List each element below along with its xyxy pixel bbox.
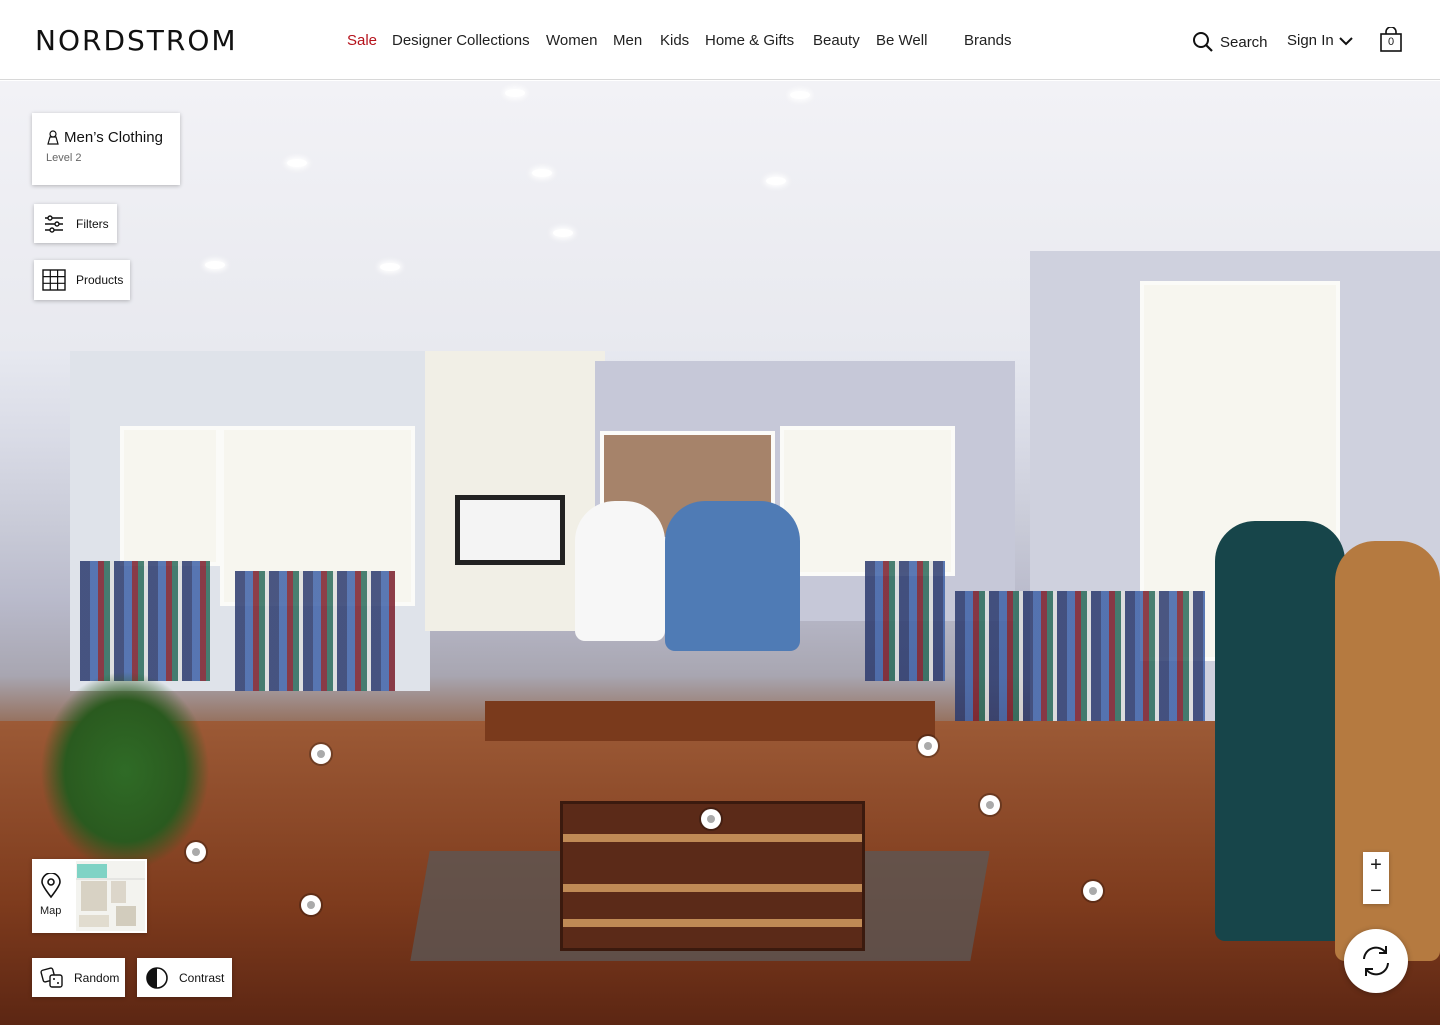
sign-in-label: Sign In xyxy=(1287,32,1334,49)
ceiling-light xyxy=(287,159,307,167)
map-pin-icon xyxy=(40,872,62,904)
nav-brands[interactable]: Brands xyxy=(964,32,1012,49)
mannequin-white-shirt xyxy=(575,501,665,641)
search-icon xyxy=(1193,32,1213,52)
center-display-shelf xyxy=(780,426,955,576)
random-button[interactable]: Random xyxy=(32,958,125,997)
location-level: Level 2 xyxy=(46,152,82,164)
filters-label: Filters xyxy=(76,216,109,231)
ceiling-light xyxy=(766,177,786,185)
zoom-control: + − xyxy=(1363,852,1389,904)
dice-icon xyxy=(40,966,64,990)
navigation-hotspot[interactable] xyxy=(186,842,206,862)
navigation-hotspot[interactable] xyxy=(311,744,331,764)
nav-beauty[interactable]: Beauty xyxy=(813,32,860,49)
ceiling-light xyxy=(553,229,573,237)
sign-in-button[interactable]: Sign In xyxy=(1287,32,1354,49)
person-pin-icon xyxy=(47,129,59,145)
navigation-hotspot[interactable] xyxy=(301,895,321,915)
nav-women[interactable]: Women xyxy=(546,32,597,49)
trunk-strap xyxy=(563,834,862,842)
navigation-hotspot[interactable] xyxy=(918,736,938,756)
floor-minimap[interactable] xyxy=(76,861,145,931)
navigation-hotspot[interactable] xyxy=(701,809,721,829)
search-label: Search xyxy=(1220,33,1268,51)
ceiling-light xyxy=(532,169,552,177)
chevron-down-icon xyxy=(1338,36,1353,45)
products-button[interactable]: Products xyxy=(34,260,130,300)
shopping-bag-button[interactable]: 0 xyxy=(1378,26,1404,53)
location-card[interactable]: Men’s Clothing Level 2 xyxy=(32,113,180,185)
map-label: Map xyxy=(40,905,62,917)
site-header: NORDSTROM Sale Designer Collections Wome… xyxy=(0,0,1440,80)
products-label: Products xyxy=(76,273,124,287)
clothing-rack xyxy=(235,571,395,691)
nav-kids[interactable]: Kids xyxy=(660,32,689,49)
random-label: Random xyxy=(74,970,120,985)
contrast-label: Contrast xyxy=(179,970,225,985)
zoom-out-button[interactable]: − xyxy=(1363,878,1389,904)
store-panorama[interactable] xyxy=(0,81,1440,1025)
contrast-icon xyxy=(145,966,169,990)
location-title: Men’s Clothing xyxy=(64,129,163,146)
trunk-strap xyxy=(563,884,862,892)
map-button[interactable]: Map xyxy=(32,859,147,933)
mannequin-green-jacket xyxy=(1215,521,1345,941)
search-button[interactable]: Search xyxy=(1192,30,1268,54)
navigation-hotspot[interactable] xyxy=(1083,881,1103,901)
grid-icon xyxy=(42,268,66,292)
bag-count: 0 xyxy=(1387,36,1395,48)
potted-plant xyxy=(40,671,210,871)
rotate-view-button[interactable] xyxy=(1344,929,1408,993)
ceiling-light xyxy=(505,89,525,97)
zoom-in-button[interactable]: + xyxy=(1363,852,1389,878)
sliders-icon xyxy=(42,212,66,236)
ceiling-light xyxy=(205,261,225,269)
nav-sale[interactable]: Sale xyxy=(347,32,377,49)
mannequin-blue-shirt xyxy=(665,501,800,651)
nordstrom-logo[interactable]: NORDSTROM xyxy=(35,24,238,57)
rotate-arrows-icon xyxy=(1363,946,1389,976)
contrast-button[interactable]: Contrast xyxy=(137,958,232,997)
filters-button[interactable]: Filters xyxy=(34,204,117,243)
trunk-strap xyxy=(563,919,862,927)
clothing-rack xyxy=(80,561,210,681)
navigation-hotspot[interactable] xyxy=(980,795,1000,815)
location-title-row: Men’s Clothing xyxy=(46,129,166,146)
clothing-rack xyxy=(865,561,945,681)
nav-designer-collections[interactable]: Designer Collections xyxy=(392,32,530,49)
ceiling-light xyxy=(380,263,400,271)
nav-men[interactable]: Men xyxy=(613,32,642,49)
display-table xyxy=(485,701,935,741)
nav-home-gifts[interactable]: Home & Gifts xyxy=(705,32,794,49)
left-display-shelf xyxy=(120,426,220,566)
ceiling-light xyxy=(790,91,810,99)
nav-be-well[interactable]: Be Well xyxy=(876,32,927,49)
wall-screen xyxy=(455,495,565,565)
